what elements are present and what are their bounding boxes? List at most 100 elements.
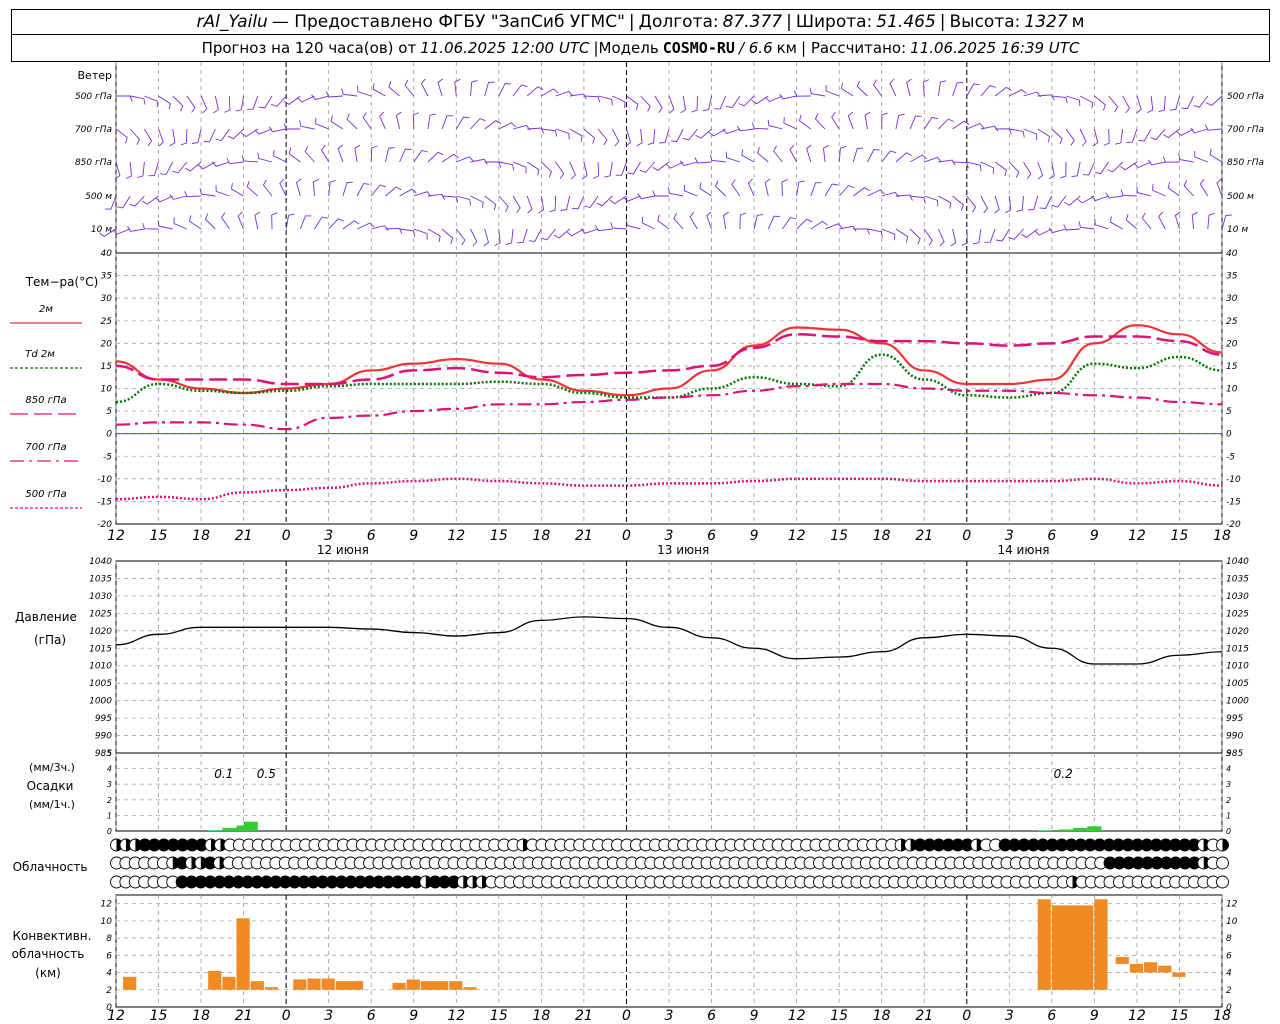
wind-barb	[1150, 128, 1166, 141]
wind-barb	[996, 228, 1010, 242]
wind-barb	[512, 84, 528, 97]
wind-barb	[652, 161, 670, 171]
precip-y-tick-label: 2	[107, 796, 112, 805]
wind-barb	[1016, 195, 1024, 213]
precip-unit-top: (мм/3ч.)	[29, 761, 75, 774]
wind-barb	[881, 228, 896, 241]
convective-bar	[1051, 905, 1094, 990]
wind-barb	[144, 95, 158, 108]
legend-label: 2м	[39, 304, 53, 315]
convective-bar	[264, 987, 279, 990]
wind-barb	[1193, 95, 1209, 108]
wind-barb	[1079, 128, 1087, 147]
wind-barb	[254, 128, 273, 135]
wind-barb	[512, 195, 521, 213]
cloud-cover-symbol	[1216, 856, 1229, 870]
wind-barb	[952, 82, 964, 97]
conv-y-tick-label: 10	[101, 917, 113, 927]
conv-y-tick-label: 8	[106, 934, 112, 944]
wind-barb	[1064, 195, 1081, 206]
wind-barb	[144, 128, 153, 146]
wind-barb	[924, 156, 942, 163]
precip-y-tick-label: 4	[107, 765, 112, 774]
wind-barb	[330, 115, 344, 130]
temp-y-tick-label-right: -15	[1226, 497, 1241, 507]
wind-barb	[470, 228, 478, 247]
temp-y-tick-label: -5	[103, 452, 112, 462]
wind-barb	[1082, 161, 1095, 176]
wind-barb	[980, 195, 989, 214]
wind-barb	[923, 228, 933, 246]
wind-barb	[470, 118, 486, 130]
pres-y-tick-label: 1005	[89, 679, 112, 689]
wind-barb	[668, 95, 675, 114]
wind-barb	[867, 228, 883, 238]
conv-y-tick-label-right: 2	[1226, 986, 1232, 996]
wind-barb	[652, 190, 669, 197]
precip-bar	[1087, 826, 1102, 831]
wind-barb	[541, 161, 553, 178]
wind-barb	[966, 122, 985, 130]
pres-y-tick-label-right: 1015	[1226, 644, 1249, 654]
wind-barb	[484, 81, 495, 97]
conv-y-tick-label-right: 4	[1226, 969, 1232, 979]
wind-barb	[370, 184, 386, 197]
convective-bar	[222, 976, 236, 990]
wind-barb	[980, 161, 995, 174]
wind-barb	[1008, 161, 1020, 178]
wind-barb	[1051, 195, 1067, 208]
conv-x-tick-label: 9	[409, 1008, 418, 1024]
temp-y-tick-label-right: 25	[1226, 317, 1238, 327]
wind-barb	[641, 216, 655, 230]
wind-barb	[441, 228, 454, 244]
wind-barb	[413, 228, 428, 240]
wind-barb	[1199, 179, 1209, 197]
wind-barb	[1023, 161, 1032, 179]
precip-y-tick-label-right: 4	[1226, 765, 1231, 774]
wind-barb	[304, 145, 315, 163]
wind-barb	[158, 95, 171, 110]
wind-barb	[1108, 95, 1119, 113]
legend-label: Td 2м	[25, 349, 55, 360]
wind-barb	[972, 228, 982, 245]
wind-barb	[615, 161, 627, 176]
wind-barb	[767, 215, 780, 230]
wind-barb	[1094, 95, 1106, 111]
convective-bar	[449, 981, 463, 990]
wind-barb	[385, 227, 403, 234]
convective-bar	[250, 981, 264, 990]
wind-barb	[640, 95, 651, 112]
wind-barb	[356, 183, 370, 197]
wind-barb	[342, 220, 360, 230]
temp-x-tick-label: 9	[409, 528, 418, 544]
wind-barb	[498, 161, 515, 171]
wind-barb	[714, 95, 727, 110]
pres-y-tick-label-right: 1000	[1226, 697, 1249, 707]
pres-y-tick-label: 1040	[89, 557, 112, 567]
wind-barb	[647, 128, 656, 146]
pres-y-tick-label-right: 1020	[1226, 627, 1249, 637]
wind-barb	[169, 128, 176, 147]
conv-x-tick-label: 0	[282, 1008, 291, 1024]
wind-barb	[527, 127, 545, 134]
wind-barb	[596, 195, 613, 207]
wind-barb	[173, 217, 188, 230]
wind-barb	[1063, 224, 1081, 231]
temp-x-tick-label: 0	[282, 528, 291, 544]
temp-y-tick-label-right: -5	[1226, 452, 1235, 462]
wind-barb	[1079, 95, 1094, 109]
wind-barb	[169, 194, 188, 200]
temp-x-tick-label: 18	[1213, 528, 1231, 544]
wind-barb	[796, 218, 813, 230]
wind-barb	[158, 128, 164, 147]
temp-x-tick-label: 21	[575, 528, 593, 544]
wind-barb	[1110, 216, 1123, 230]
wind-barb	[342, 181, 353, 197]
convective-bar	[293, 979, 307, 990]
precip-y-tick-label: 1	[107, 811, 112, 820]
wind-barb	[512, 161, 527, 174]
wind-barb	[115, 128, 128, 144]
wind-barb	[285, 213, 295, 230]
wind-barb	[254, 211, 261, 230]
convective-bar	[1129, 963, 1144, 973]
